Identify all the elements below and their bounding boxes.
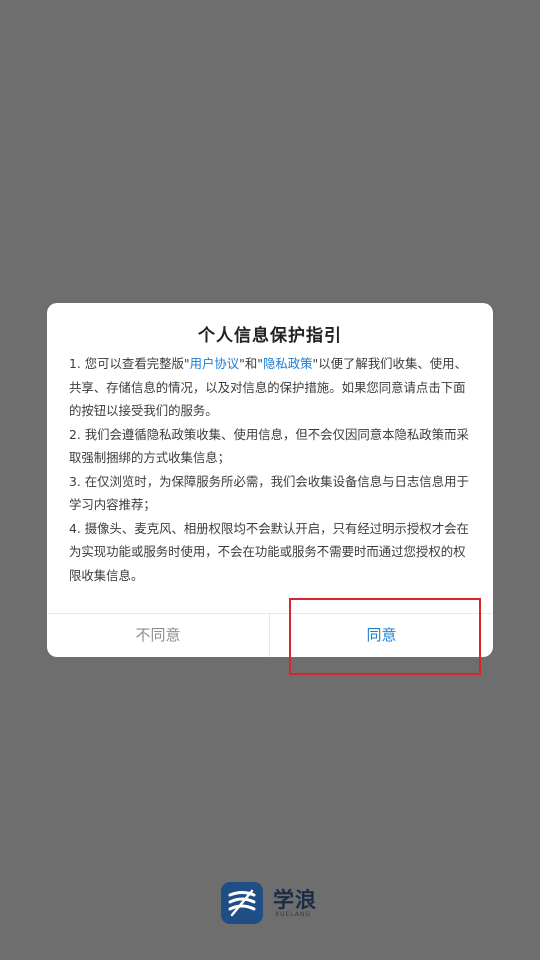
paragraph-1-before: 1. 您可以查看完整版" bbox=[69, 356, 190, 371]
disagree-button[interactable]: 不同意 bbox=[47, 614, 269, 657]
paragraph-2: 2. 我们会遵循隐私政策收集、使用信息，但不会仅因同意本隐私政策而采取强制捆绑的… bbox=[69, 426, 469, 466]
brand-name: 学浪 bbox=[273, 888, 317, 912]
dialog-body: 1. 您可以查看完整版"用户协议"和"隐私政策"以便了解我们收集、使用、共享、存… bbox=[69, 352, 475, 587]
paragraph-3: 3. 在仅浏览时，为保障服务所必需，我们会收集设备信息与日志信息用于学习内容推荐… bbox=[69, 473, 469, 513]
agree-button[interactable]: 同意 bbox=[270, 614, 493, 657]
dialog-title: 个人信息保护指引 bbox=[198, 326, 342, 346]
privacy-dialog: 个人信息保护指引 1. 您可以查看完整版"用户协议"和"隐私政策"以便了解我们收… bbox=[47, 303, 493, 657]
paragraph-1-middle: "和" bbox=[239, 356, 263, 371]
privacy-policy-link[interactable]: 隐私政策 bbox=[263, 356, 313, 371]
xuelang-logo-icon bbox=[221, 882, 263, 924]
paragraph-1: 1. 您可以查看完整版"用户协议"和"隐私政策"以便了解我们收集、使用、共享、存… bbox=[69, 352, 475, 423]
brand-subtitle: XUELANG bbox=[275, 911, 312, 918]
user-agreement-link[interactable]: 用户协议 bbox=[190, 356, 240, 371]
brand-logo: 学浪 XUELANG bbox=[221, 882, 331, 926]
paragraph-4: 4. 摄像头、麦克风、相册权限均不会默认开启，只有经过明示授权才会在为实现功能或… bbox=[69, 520, 469, 583]
